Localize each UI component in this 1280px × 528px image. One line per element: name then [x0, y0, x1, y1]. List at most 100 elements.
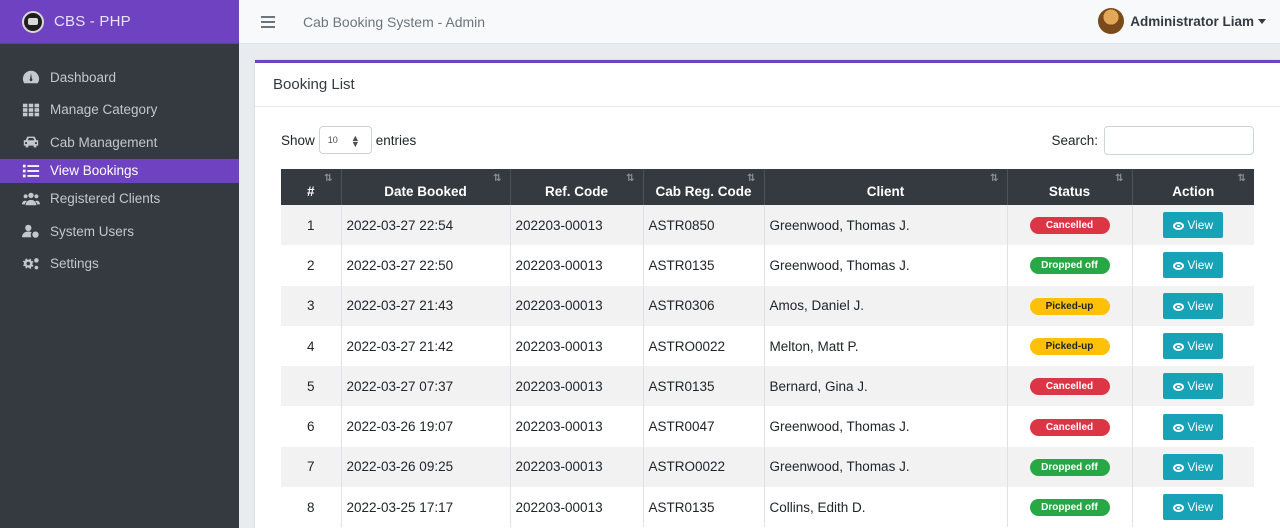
sidebar-item-label: Settings: [50, 256, 99, 272]
cell-status: Cancelled: [1007, 366, 1133, 407]
cell-status: Dropped off: [1007, 245, 1133, 286]
cell-action: View: [1132, 245, 1254, 285]
table-row: 7 2022-03-26 09:25 202203-00013 ASTRO0022 Gr…: [281, 446, 1254, 488]
view-button-label: View: [1187, 218, 1214, 233]
eye-icon: [1173, 262, 1185, 271]
cell-action: View: [1132, 447, 1254, 487]
cell-ref-code: 202203-00013: [510, 325, 644, 367]
column-header-cab-reg-code[interactable]: ⇅ Cab Reg. Code: [643, 169, 765, 205]
cell-cab-reg-code: ASTR0047: [643, 406, 765, 447]
cell-cab-reg-code: ASTRO0022: [643, 446, 765, 488]
sort-icon: ⇅: [1115, 173, 1124, 184]
dashboard-icon: [21, 68, 41, 86]
gears-icon: [21, 255, 41, 273]
table-row: 3 2022-03-27 21:43 202203-00013 ASTR0306 Amo…: [281, 285, 1254, 326]
show-label: Show: [281, 132, 315, 148]
column-header-number[interactable]: ⇅ #: [281, 169, 342, 205]
sidebar-item-registered-clients[interactable]: Registered Clients: [0, 183, 239, 216]
cell-cab-reg-code: ASTR0135: [643, 487, 765, 528]
sort-icon: ⇅: [493, 173, 502, 184]
view-button-label: View: [1187, 379, 1214, 394]
view-button[interactable]: View: [1163, 373, 1224, 400]
sidebar-item-cab-management[interactable]: Cab Management: [0, 126, 239, 159]
column-header-date-booked[interactable]: ⇅ Date Booked: [341, 169, 511, 205]
view-button[interactable]: View: [1163, 333, 1224, 360]
eye-icon: [1173, 463, 1185, 472]
status-badge: Cancelled: [1029, 217, 1110, 235]
eye-icon: [1173, 302, 1185, 311]
sidebar-nav: Dashboard Manage Category Cab Management…: [0, 61, 239, 280]
view-button-label: View: [1187, 459, 1214, 474]
column-header-ref-code[interactable]: ⇅ Ref. Code: [510, 169, 644, 205]
cell-status: Dropped off: [1007, 487, 1133, 528]
sort-icon: ⇅: [990, 173, 999, 184]
brand[interactable]: CBS - PHP: [0, 0, 239, 44]
cell-number: 7: [281, 446, 342, 488]
entries-select[interactable]: 10 ▲ ▼: [318, 126, 372, 154]
cell-action: View: [1132, 286, 1254, 326]
sidebar-item-system-users[interactable]: System Users: [0, 215, 239, 248]
view-button[interactable]: View: [1163, 292, 1224, 319]
view-button[interactable]: View: [1163, 413, 1224, 440]
cell-ref-code: 202203-00013: [510, 487, 644, 528]
sidebar-item-label: Dashboard: [50, 69, 117, 85]
view-button[interactable]: View: [1163, 212, 1224, 239]
table-toolbar: Show 10 ▲ ▼ entries Search:: [281, 125, 1254, 155]
cell-ref-code: 202203-00013: [510, 245, 644, 286]
cell-cab-reg-code: ASTR0135: [643, 245, 765, 286]
caret-down-icon: [1258, 18, 1266, 24]
sidebar-item-dashboard[interactable]: Dashboard: [0, 61, 239, 94]
cell-status: Picked-up: [1007, 285, 1133, 326]
users-icon: [21, 190, 41, 208]
cell-ref-code: 202203-00013: [510, 446, 644, 488]
top-navbar: Cab Booking System - Admin Administrator…: [239, 0, 1280, 44]
cell-cab-reg-code: ASTR0850: [643, 205, 765, 246]
cell-number: 1: [281, 205, 342, 246]
sidebar-item-manage-category[interactable]: Manage Category: [0, 94, 239, 127]
avatar: [1098, 8, 1125, 34]
cell-date-booked: 2022-03-27 21:42: [341, 325, 511, 367]
cell-client: Melton, Matt P.: [764, 325, 1008, 367]
table-row: 6 2022-03-26 19:07 202203-00013 ASTR0047 Gre…: [281, 406, 1254, 447]
column-header-status[interactable]: ⇅ Status: [1007, 169, 1133, 205]
select-arrows-icon: ▲ ▼: [350, 133, 360, 149]
table-header-row: ⇅ # ⇅ Date Booked ⇅ Ref. Code ⇅ Cab Reg. Cod…: [281, 169, 1254, 205]
search-input[interactable]: [1104, 125, 1254, 155]
table-row: 5 2022-03-27 07:37 202203-00013 ASTR0135 Ber…: [281, 366, 1254, 407]
sort-icon: ⇅: [626, 173, 635, 184]
menu-toggle-icon[interactable]: [261, 15, 275, 28]
cell-client: Greenwood, Thomas J.: [764, 205, 1008, 246]
cell-date-booked: 2022-03-27 21:43: [341, 285, 511, 326]
sidebar-item-label: Registered Clients: [50, 191, 161, 207]
cell-client: Greenwood, Thomas J.: [764, 406, 1008, 447]
cell-ref-code: 202203-00013: [510, 406, 644, 447]
view-button-label: View: [1187, 339, 1214, 354]
cell-date-booked: 2022-03-27 22:50: [341, 245, 511, 286]
grid-icon: [21, 101, 41, 119]
cell-status: Cancelled: [1007, 406, 1133, 447]
column-header-action[interactable]: ⇅ Action: [1132, 169, 1254, 205]
table-body: 1 2022-03-27 22:54 202203-00013 ASTR0850 Gre…: [281, 205, 1254, 528]
table-row: 2 2022-03-27 22:50 202203-00013 ASTR0135 Gre…: [281, 245, 1254, 286]
sidebar-item-settings[interactable]: Settings: [0, 248, 239, 281]
sidebar-item-view-bookings[interactable]: View Bookings: [0, 158, 239, 183]
table-row: 4 2022-03-27 21:42 202203-00013 ASTRO0022 Me…: [281, 325, 1254, 367]
cell-action: View: [1132, 487, 1254, 527]
view-button[interactable]: View: [1163, 494, 1224, 521]
sidebar: CBS - PHP Dashboard Manage Category Cab …: [0, 0, 239, 528]
cell-ref-code: 202203-00013: [510, 366, 644, 407]
sidebar-item-label: Manage Category: [50, 102, 158, 118]
user-menu[interactable]: Administrator Liam: [1098, 8, 1266, 34]
cell-date-booked: 2022-03-26 19:07: [341, 406, 511, 447]
status-badge: Picked-up: [1029, 338, 1110, 356]
cell-client: Greenwood, Thomas J.: [764, 245, 1008, 286]
view-button[interactable]: View: [1163, 453, 1224, 480]
cell-ref-code: 202203-00013: [510, 205, 644, 246]
cell-action: View: [1132, 406, 1254, 446]
cell-cab-reg-code: ASTR0135: [643, 366, 765, 407]
cell-date-booked: 2022-03-25 17:17: [341, 487, 511, 528]
view-button[interactable]: View: [1163, 252, 1224, 279]
column-header-client[interactable]: ⇅ Client: [764, 169, 1008, 205]
list-icon: [21, 162, 41, 180]
cell-client: Amos, Daniel J.: [764, 285, 1008, 326]
